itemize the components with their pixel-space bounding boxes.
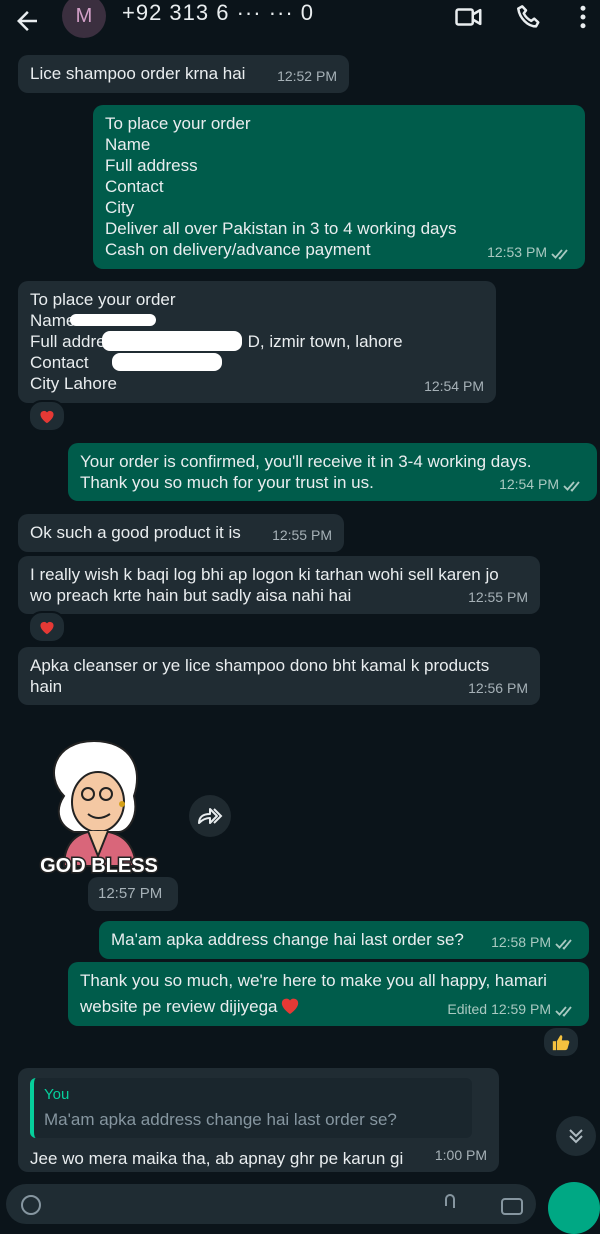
quote-author: You bbox=[44, 1086, 70, 1103]
edited-label: Edited bbox=[447, 1001, 488, 1017]
message-bubble-incoming[interactable]: To place your order Name Full addre D, iz… bbox=[18, 281, 496, 403]
message-text: I really wish k baqi log bhi ap logon ki… bbox=[30, 565, 499, 584]
double-chevron-down-icon bbox=[569, 1129, 583, 1144]
redaction-mark bbox=[102, 331, 242, 351]
message-text: To place your order bbox=[30, 290, 176, 309]
quoted-message[interactable]: You Ma'am apka address change hai last o… bbox=[30, 1078, 472, 1138]
address-label: Full addre bbox=[30, 332, 106, 351]
scroll-to-bottom-button[interactable] bbox=[556, 1116, 596, 1156]
reaction-badge[interactable] bbox=[28, 611, 66, 643]
contact-name[interactable]: +92 313 6 ··· ··· 0 bbox=[122, 0, 322, 26]
message-text: Deliver all over Pakistan in 3 to 4 work… bbox=[105, 219, 457, 238]
address-tail: D, izmir town, lahore bbox=[247, 332, 403, 351]
forward-button[interactable] bbox=[189, 795, 231, 837]
message-time: 12:54 PM bbox=[499, 476, 559, 492]
back-arrow-icon[interactable] bbox=[12, 6, 42, 36]
attach-icon[interactable] bbox=[440, 1194, 460, 1216]
mic-button[interactable] bbox=[548, 1182, 600, 1234]
double-check-icon bbox=[555, 1005, 572, 1017]
message-status: 12:58 PM bbox=[491, 932, 577, 953]
message-bubble-outgoing[interactable]: To place your order Name Full address Co… bbox=[93, 105, 585, 269]
message-bubble-incoming[interactable]: Apka cleanser or ye lice shampoo dono bh… bbox=[18, 647, 540, 705]
name-label: Name bbox=[30, 311, 76, 330]
message-time: 12:58 PM bbox=[491, 934, 551, 950]
message-text: Full address bbox=[105, 156, 198, 175]
message-status: 12:53 PM bbox=[487, 242, 573, 263]
quote-text: Ma'am apka address change hai last order… bbox=[44, 1110, 397, 1129]
contact-label: Contact bbox=[30, 353, 89, 372]
message-time: 12:55 PM bbox=[468, 589, 528, 605]
message-text: City bbox=[105, 198, 135, 217]
message-time: 12:52 PM bbox=[277, 68, 337, 84]
message-time: 12:54 PM bbox=[424, 378, 484, 394]
message-text: Contact1 bbox=[30, 352, 484, 373]
message-text: City Lahore bbox=[30, 374, 117, 393]
chat-header: M +92 313 6 ··· ··· 0 bbox=[0, 0, 600, 46]
heart-icon bbox=[40, 621, 54, 635]
forward-icon bbox=[198, 808, 223, 824]
message-bubble-outgoing[interactable]: Thank you so much, we're here to make yo… bbox=[68, 962, 589, 1026]
message-text: Your order is confirmed, you'll receive … bbox=[80, 452, 532, 471]
god-bless-sticker[interactable]: GOD BLESS bbox=[34, 736, 164, 882]
message-time: 12:57 PM bbox=[98, 885, 163, 902]
reaction-badge[interactable] bbox=[28, 400, 66, 432]
avatar-letter: M bbox=[75, 4, 93, 27]
message-text: Jee wo mera maika tha, ab apnay ghr pe k… bbox=[30, 1149, 404, 1168]
reaction-badge[interactable] bbox=[542, 1026, 580, 1058]
message-bubble-incoming[interactable]: Lice shampoo order krna hai 12:52 PM bbox=[18, 55, 349, 93]
double-check-icon bbox=[555, 938, 572, 950]
message-input[interactable] bbox=[6, 1184, 536, 1224]
message-text: Full addre D, izmir town, lahore bbox=[30, 331, 484, 352]
message-bubble-incoming-reply[interactable]: You Ma'am apka address change hai last o… bbox=[18, 1068, 499, 1172]
message-time: 12:53 PM bbox=[487, 244, 547, 260]
phone-icon[interactable] bbox=[514, 2, 544, 32]
more-vert-icon[interactable] bbox=[568, 2, 598, 32]
message-status: 12:54 PM bbox=[499, 474, 585, 495]
message-text-part: website pe review dijiyega bbox=[80, 997, 278, 1016]
message-time: 12:55 PM bbox=[272, 527, 332, 543]
message-text: Thank you so much, we're here to make yo… bbox=[80, 971, 547, 990]
thumbs-up-icon bbox=[552, 1035, 570, 1051]
message-bubble-incoming[interactable]: Ok such a good product it is 12:55 PM bbox=[18, 514, 344, 552]
sticker-time-pill: 12:57 PM bbox=[88, 877, 178, 911]
message-time: 12:56 PM bbox=[468, 680, 528, 696]
message-bubble-incoming[interactable]: I really wish k baqi log bhi ap logon ki… bbox=[18, 556, 540, 614]
message-bubble-outgoing[interactable]: Your order is confirmed, you'll receive … bbox=[68, 443, 597, 501]
message-text: To place your order bbox=[105, 114, 251, 133]
heart-emoji-icon bbox=[281, 998, 298, 1015]
message-text: wo preach krte hain but sadly aisa nahi … bbox=[30, 586, 352, 605]
double-check-icon bbox=[551, 248, 568, 260]
heart-icon bbox=[40, 410, 54, 424]
message-status: Edited 12:59 PM bbox=[447, 999, 577, 1020]
message-bubble-outgoing[interactable]: Ma'am apka address change hai last order… bbox=[99, 921, 589, 959]
redaction-mark bbox=[112, 353, 222, 371]
message-time: 12:59 PM bbox=[491, 1001, 551, 1017]
redaction-mark bbox=[70, 314, 156, 326]
message-time: 1:00 PM bbox=[434, 1147, 487, 1163]
camera-icon[interactable] bbox=[500, 1194, 524, 1216]
emoji-icon[interactable] bbox=[20, 1194, 42, 1216]
video-call-icon[interactable] bbox=[454, 2, 484, 32]
message-text: Apka cleanser or ye lice shampoo dono bh… bbox=[30, 656, 490, 675]
double-check-icon bbox=[563, 480, 580, 492]
avatar[interactable]: M bbox=[62, 0, 106, 38]
message-text: Name bbox=[105, 135, 151, 154]
message-text: hain bbox=[30, 677, 63, 696]
sticker-text: GOD BLESS bbox=[40, 855, 158, 877]
message-text: Contact bbox=[105, 177, 164, 196]
